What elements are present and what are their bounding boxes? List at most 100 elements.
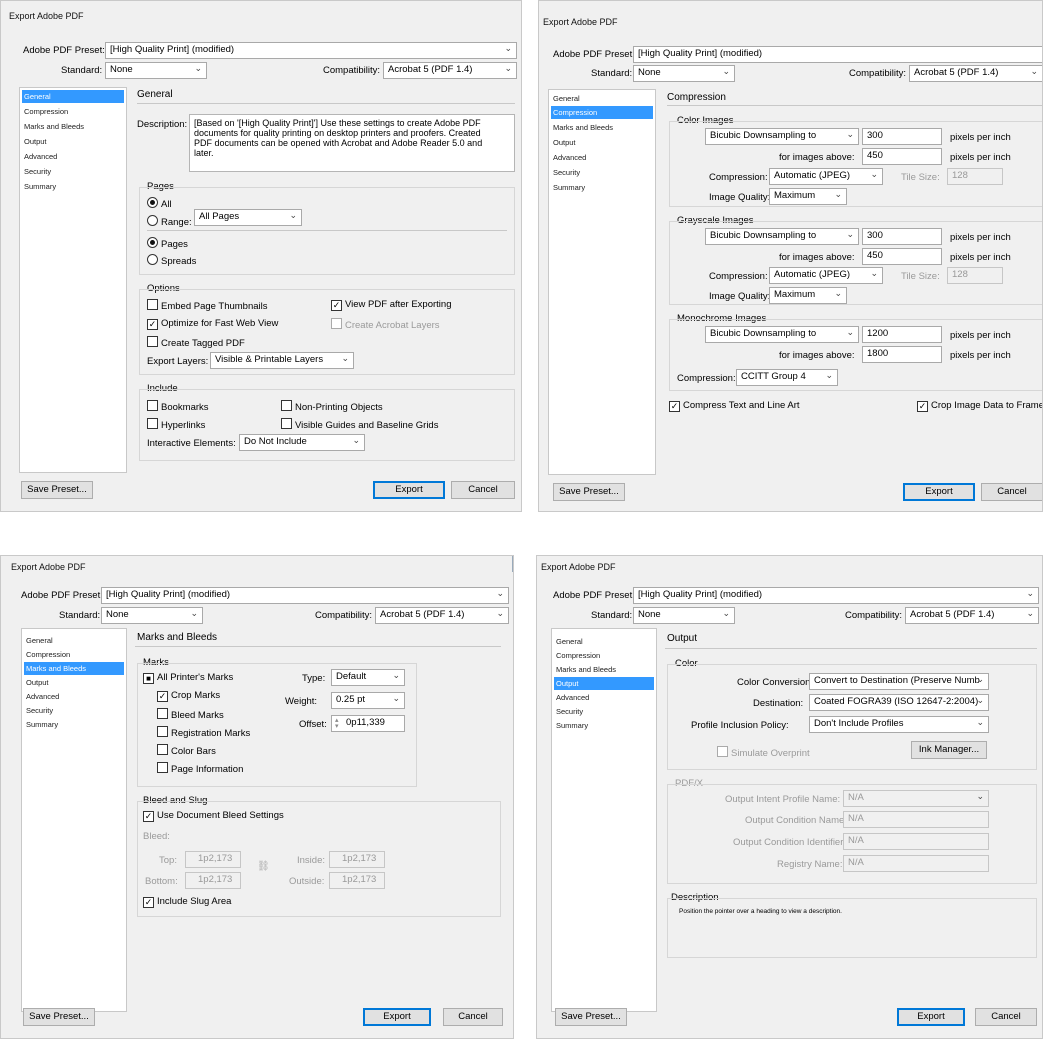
gray-above-input[interactable]: 450: [862, 248, 942, 265]
save-preset-button[interactable]: Save Preset...: [23, 1008, 95, 1026]
compatibility-select[interactable]: Acrobat 5 (PDF 1.4) ⌄: [375, 607, 509, 624]
sidebar-item-compression[interactable]: Compression: [554, 649, 600, 662]
sidebar-item-output[interactable]: Output: [554, 677, 654, 690]
mono-above-input[interactable]: 1800: [862, 346, 942, 363]
view-pdf-checkbox[interactable]: ✓ View PDF after Exporting: [331, 299, 451, 311]
export-button[interactable]: Export: [363, 1008, 431, 1026]
bookmarks-checkbox[interactable]: Bookmarks: [147, 400, 209, 413]
color-above-input[interactable]: 450: [862, 148, 942, 165]
sidebar-item-compression[interactable]: Compression: [24, 648, 70, 661]
compatibility-select[interactable]: Acrobat 5 (PDF 1.4) ⌄: [909, 65, 1042, 82]
include-slug-checkbox[interactable]: ✓ Include Slug Area: [143, 896, 231, 908]
weight-select[interactable]: 0.25 pt ⌄: [331, 692, 405, 709]
radio-pages[interactable]: Pages: [147, 237, 188, 250]
conversion-select[interactable]: Convert to Destination (Preserve Numb ⌄: [809, 673, 989, 690]
sidebar-item-advanced[interactable]: Advanced: [24, 690, 59, 703]
preset-select[interactable]: [High Quality Print] (modified)⌄: [633, 587, 1039, 604]
radio-all[interactable]: All: [147, 197, 172, 210]
preset-select[interactable]: [High Quality Print] (modified)⌄: [633, 46, 1042, 63]
export-button[interactable]: Export: [897, 1008, 965, 1026]
registration-marks-checkbox[interactable]: Registration Marks: [157, 726, 250, 739]
sidebar-item-marks-bleeds[interactable]: Marks and Bleeds: [22, 120, 84, 133]
embed-thumbnails-checkbox[interactable]: Embed Page Thumbnails: [147, 299, 268, 312]
profile-select[interactable]: Don't Include Profiles ⌄: [809, 716, 989, 733]
chevron-down-icon: ⌄: [496, 588, 504, 598]
sidebar-item-summary[interactable]: Summary: [554, 719, 588, 732]
gray-quality-select[interactable]: Maximum ⌄: [769, 287, 847, 304]
color-compression-select[interactable]: Automatic (JPEG) ⌄: [769, 168, 883, 185]
standard-select[interactable]: None ⌄: [633, 607, 735, 624]
sidebar-item-advanced[interactable]: Advanced: [551, 151, 586, 164]
sidebar-item-output[interactable]: Output: [24, 676, 49, 689]
destination-select[interactable]: Coated FOGRA39 (ISO 12647-2:2004) ⌄: [809, 694, 989, 711]
page-information-checkbox[interactable]: Page Information: [157, 762, 243, 775]
save-preset-button[interactable]: Save Preset...: [21, 481, 93, 499]
mono-ppi-input[interactable]: 1200: [862, 326, 942, 343]
sidebar-item-general[interactable]: General: [551, 92, 580, 105]
sidebar-item-output[interactable]: Output: [22, 135, 47, 148]
save-preset-button[interactable]: Save Preset...: [553, 483, 625, 501]
sidebar-item-summary[interactable]: Summary: [551, 181, 585, 194]
export-layers-select[interactable]: Visible & Printable Layers ⌄: [210, 352, 354, 369]
standard-select[interactable]: None ⌄: [101, 607, 203, 624]
interactive-select[interactable]: Do Not Include ⌄: [239, 434, 365, 451]
color-bars-checkbox[interactable]: Color Bars: [157, 744, 216, 757]
mono-downsampling-select[interactable]: Bicubic Downsampling to ⌄: [705, 326, 859, 343]
sidebar-item-security[interactable]: Security: [551, 166, 580, 179]
sidebar-item-summary[interactable]: Summary: [22, 180, 56, 193]
visible-guides-checkbox[interactable]: Visible Guides and Baseline Grids: [281, 418, 438, 431]
ink-manager-button[interactable]: Ink Manager...: [911, 741, 987, 759]
sidebar-item-general[interactable]: General: [24, 634, 53, 647]
gray-downsampling-select[interactable]: Bicubic Downsampling to ⌄: [705, 228, 859, 245]
sidebar-item-compression[interactable]: Compression: [551, 106, 653, 119]
sidebar-item-output[interactable]: Output: [551, 136, 576, 149]
gray-compression-select[interactable]: Automatic (JPEG) ⌄: [769, 267, 883, 284]
sidebar-item-advanced[interactable]: Advanced: [554, 691, 589, 704]
sidebar-item-security[interactable]: Security: [22, 165, 51, 178]
range-select[interactable]: All Pages ⌄: [194, 209, 302, 226]
compress-text-checkbox[interactable]: ✓ Compress Text and Line Art: [669, 400, 800, 412]
offset-input[interactable]: 0p11,339: [331, 715, 405, 732]
standard-select[interactable]: None ⌄: [105, 62, 207, 79]
sidebar-item-marks-bleeds[interactable]: Marks and Bleeds: [554, 663, 616, 676]
radio-spreads[interactable]: Spreads: [147, 254, 196, 267]
cancel-button[interactable]: Cancel: [451, 481, 515, 499]
standard-select[interactable]: None ⌄: [633, 65, 735, 82]
sidebar-item-summary[interactable]: Summary: [24, 718, 58, 731]
compatibility-select[interactable]: Acrobat 5 (PDF 1.4) ⌄: [383, 62, 517, 79]
cancel-button[interactable]: Cancel: [443, 1008, 503, 1026]
optimize-web-checkbox[interactable]: ✓ Optimize for Fast Web View: [147, 318, 278, 330]
cancel-button[interactable]: Cancel: [981, 483, 1042, 501]
color-quality-select[interactable]: Maximum ⌄: [769, 188, 847, 205]
radio-range[interactable]: Range:: [147, 215, 192, 228]
type-select[interactable]: Default ⌄: [331, 669, 405, 686]
sidebar-item-general[interactable]: General: [22, 90, 124, 103]
gray-ppi-input[interactable]: 300: [862, 228, 942, 245]
tagged-pdf-checkbox[interactable]: Create Tagged PDF: [147, 336, 245, 349]
color-ppi-input[interactable]: 300: [862, 128, 942, 145]
color-downsampling-select[interactable]: Bicubic Downsampling to ⌄: [705, 128, 859, 145]
hyperlinks-checkbox[interactable]: Hyperlinks: [147, 418, 205, 431]
sidebar-item-advanced[interactable]: Advanced: [22, 150, 57, 163]
compatibility-select[interactable]: Acrobat 5 (PDF 1.4) ⌄: [905, 607, 1039, 624]
preset-select[interactable]: [High Quality Print] (modified)⌄: [105, 42, 517, 59]
crop-marks-checkbox[interactable]: ✓ Crop Marks: [157, 690, 220, 702]
mono-compression-select[interactable]: CCITT Group 4 ⌄: [736, 369, 838, 386]
sidebar-item-security[interactable]: Security: [554, 705, 583, 718]
export-button[interactable]: Export: [903, 483, 975, 501]
save-preset-button[interactable]: Save Preset...: [555, 1008, 627, 1026]
preset-select[interactable]: [High Quality Print] (modified)⌄: [101, 587, 509, 604]
stepper-icon[interactable]: ▴ ▾: [335, 717, 339, 730]
use-doc-bleed-checkbox[interactable]: ✓ Use Document Bleed Settings: [143, 810, 284, 822]
crop-image-checkbox[interactable]: ✓ Crop Image Data to Frames: [917, 400, 1042, 412]
sidebar-item-marks-bleeds[interactable]: Marks and Bleeds: [551, 121, 613, 134]
sidebar-item-general[interactable]: General: [554, 635, 583, 648]
sidebar-item-marks-bleeds[interactable]: Marks and Bleeds: [24, 662, 124, 675]
all-printers-marks-checkbox[interactable]: ■ All Printer's Marks: [143, 672, 233, 684]
export-button[interactable]: Export: [373, 481, 445, 499]
bleed-marks-checkbox[interactable]: Bleed Marks: [157, 708, 224, 721]
sidebar-item-security[interactable]: Security: [24, 704, 53, 717]
sidebar-item-compression[interactable]: Compression: [22, 105, 68, 118]
non-printing-checkbox[interactable]: Non-Printing Objects: [281, 400, 383, 413]
cancel-button[interactable]: Cancel: [975, 1008, 1037, 1026]
